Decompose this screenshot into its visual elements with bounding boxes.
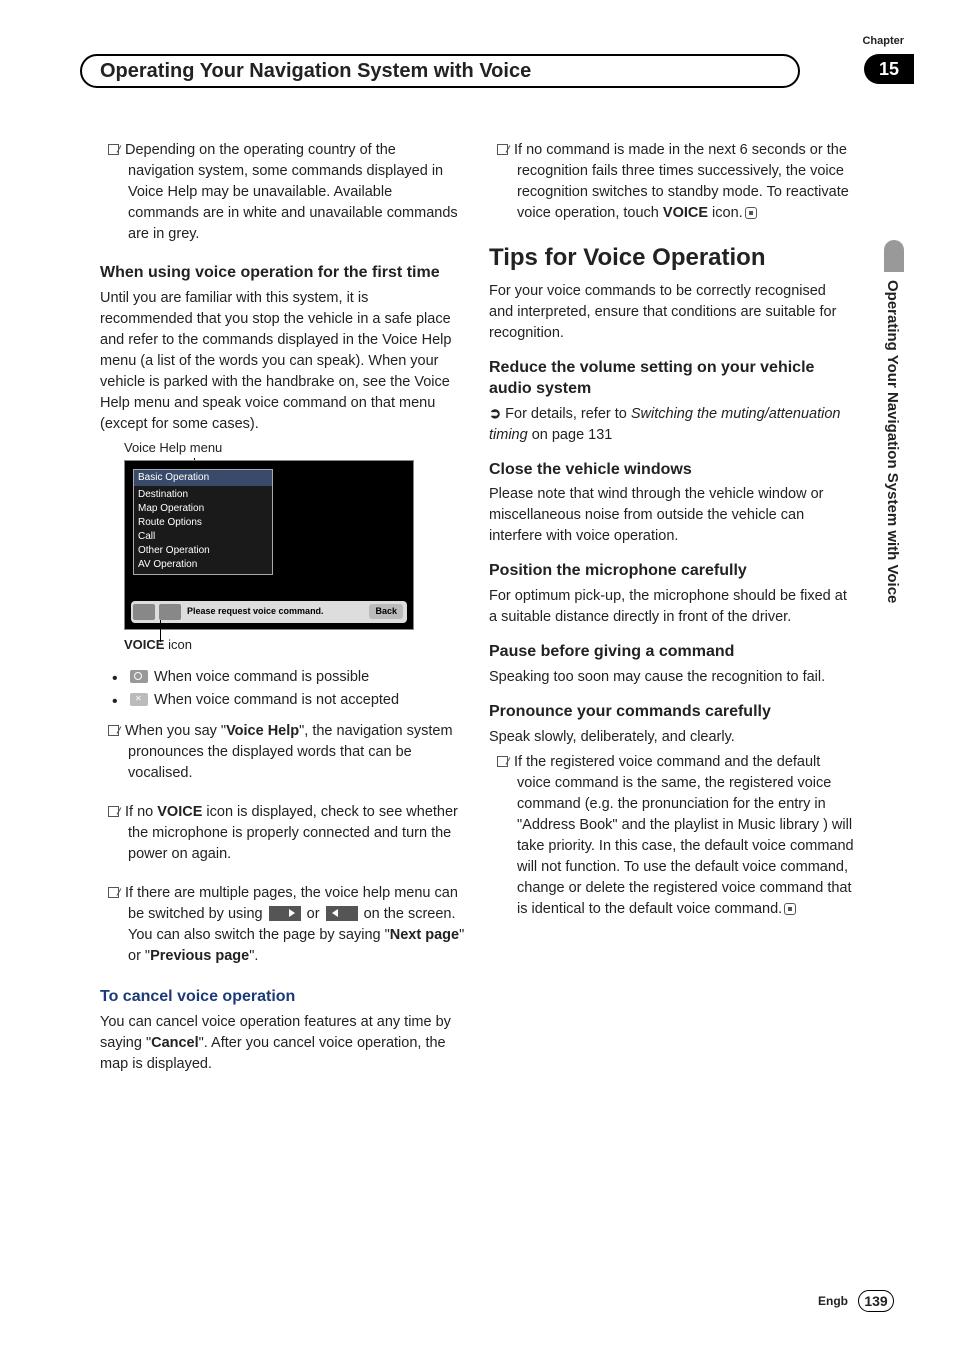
page-number: 139 [858,1290,894,1312]
nc-post: icon. [708,205,743,221]
voice-label-bold: VOICE [124,637,164,652]
pronounce-intro: Speak slowly, deliberately, and clearly. [489,727,854,748]
note-bullet-icon [497,144,508,155]
note-bullet-icon [108,725,119,736]
nvi-bold: VOICE [157,804,202,820]
voice-not-accepted-icon [130,693,148,706]
home-icon [133,604,155,620]
multiple-pages-note: If there are multiple pages, the voice h… [100,883,465,967]
close-heading: Close the vehicle windows [489,460,854,481]
voice-help-say: When you say "Voice Help", the navigatio… [100,721,465,784]
menu-item: Other Operation [138,544,268,558]
next-page-bold: Next page [390,927,459,943]
first-time-heading: When using voice operation for the first… [100,263,465,284]
voice-label-suffix: icon [164,637,191,652]
chapter-label: Chapter [862,35,904,47]
vh-bold: Voice Help [226,723,299,739]
section-end-icon [745,207,757,219]
page-header: Chapter 15 Operating Your Navigation Sys… [0,0,954,110]
mp-mid1: or [303,906,324,922]
menu-item: Basic Operation [134,470,272,486]
close-body: Please note that wind through the vehicl… [489,484,854,547]
menu-item: Route Options [138,516,268,530]
side-tab-cap [884,240,904,272]
voice-possible-icon [130,670,148,683]
side-tab-text: Operating Your Navigation System with Vo… [884,280,901,603]
voice-help-caption: Voice Help menu [124,439,465,458]
nvi-pre: If no [125,804,157,820]
prev-arrow-icon [326,906,358,921]
note-bullet-icon [497,756,508,767]
reduce-ref: ➲For details, refer to Switching the mut… [489,404,854,446]
possible-text: When voice command is possible [150,669,369,685]
left-column: Depending on the operating country of th… [100,140,465,1079]
cancel-heading: To cancel voice operation [100,985,465,1008]
mp-end: ". [249,948,258,964]
list-item: When voice command is not accepted [128,690,465,711]
menu-item: Call [138,530,268,544]
section-end-icon [784,903,796,915]
status-list: When voice command is possible When voic… [100,667,465,711]
cancel-body: You can cancel voice operation features … [100,1012,465,1075]
menu-item: Map Operation [138,502,268,516]
note-bullet-icon [108,887,119,898]
voice-help-screenshot: Basic Operation Destination Map Operatio… [124,460,414,630]
pause-body: Speaking too soon may cause the recognit… [489,667,854,688]
first-time-body: Until you are familiar with this system,… [100,288,465,435]
voice-icon [159,604,181,620]
prev-page-bold: Previous page [150,948,249,964]
lang-code: Engb [818,1294,848,1308]
pn-text: If the registered voice command and the … [514,754,854,917]
menu-box: Basic Operation Destination Map Operatio… [133,469,273,575]
availability-note: Depending on the operating country of th… [100,140,465,245]
pause-heading: Pause before giving a command [489,642,854,663]
rr-pre: For details, refer to [505,406,631,422]
tips-heading: Tips for Voice Operation [489,244,854,273]
side-tab: Operating Your Navigation System with Vo… [884,240,906,720]
tips-intro: For your voice commands to be correctly … [489,281,854,344]
menu-item: Destination [138,488,268,502]
note-bullet-icon [108,144,119,155]
not-accepted-text: When voice command is not accepted [150,692,399,708]
page-title: Operating Your Navigation System with Vo… [80,54,800,88]
next-arrow-icon [269,906,301,921]
back-button: Back [369,604,403,619]
rr-post: on page 131 [528,427,613,443]
menu-item: AV Operation [138,558,268,572]
vh-pre: When you say " [125,723,226,739]
content-columns: Depending on the operating country of th… [0,110,954,1079]
voice-icon-caption: VOICE icon [124,636,465,655]
note-bullet-icon [108,806,119,817]
page-footer: Engb 139 [818,1290,894,1312]
reduce-heading: Reduce the volume setting on your vehicl… [489,358,854,400]
pronounce-heading: Pronounce your commands carefully [489,702,854,723]
right-column: If no command is made in the next 6 seco… [489,140,854,1079]
availability-text: Depending on the operating country of th… [125,142,458,242]
screenshot-wrapper: Basic Operation Destination Map Operatio… [100,460,465,630]
nc-bold: VOICE [663,205,708,221]
screen-bottom-bar: Please request voice command. Back [131,601,407,623]
reference-arrow-icon: ➲ [489,404,501,425]
no-command-note: If no command is made in the next 6 seco… [489,140,854,224]
chapter-number-pill: 15 [864,54,914,84]
no-voice-icon-note: If no VOICE icon is displayed, check to … [100,802,465,865]
cancel-bold: Cancel [151,1035,199,1051]
list-item: When voice command is possible [128,667,465,688]
mic-heading: Position the microphone carefully [489,561,854,582]
pronounce-note: If the registered voice command and the … [489,752,854,920]
pointer-line-bottom [160,620,161,642]
screen-message: Please request voice command. [187,605,324,618]
mic-body: For optimum pick-up, the microphone shou… [489,586,854,628]
